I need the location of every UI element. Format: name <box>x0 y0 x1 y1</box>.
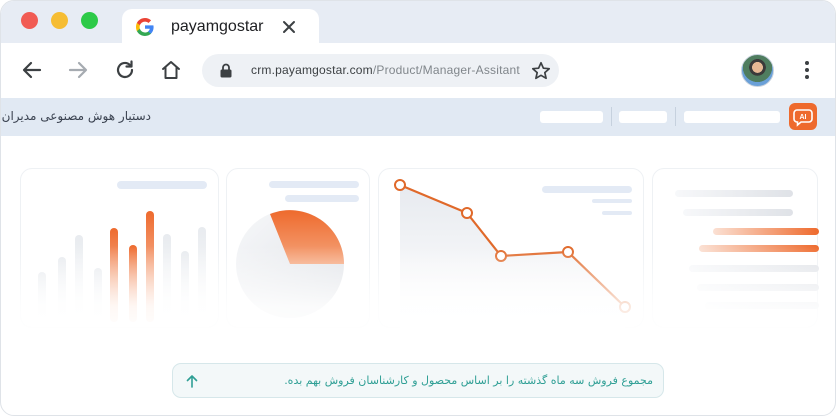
tab-bar: payamgostar <box>1 1 835 45</box>
chart-title-placeholder <box>269 181 359 188</box>
browser-window: payamgostar crm.payamgostar.com/Product/… <box>0 0 836 416</box>
hbar <box>683 209 793 216</box>
divider <box>611 107 612 126</box>
chart-title-placeholder <box>542 186 632 193</box>
legend-placeholder <box>592 199 632 203</box>
browser-toolbar: crm.payamgostar.com/Product/Manager-Assi… <box>1 43 835 98</box>
kebab-menu-icon[interactable] <box>797 59 817 81</box>
lock-icon <box>220 63 232 78</box>
line-point <box>394 179 406 191</box>
prompt-input[interactable]: مجموع فروش سه ماه گذشته را بر اساس محصول… <box>172 363 664 398</box>
google-icon <box>136 18 154 36</box>
browser-tab[interactable]: payamgostar <box>122 9 319 45</box>
hbar <box>675 190 793 197</box>
nav-placeholder[interactable] <box>684 111 780 123</box>
forward-arrow-icon[interactable] <box>67 59 89 81</box>
url-host: crm.payamgostar.com <box>251 63 373 77</box>
prompt-text: مجموع فروش سه ماه گذشته را بر اساس محصول… <box>284 374 653 387</box>
chart-title-placeholder <box>117 181 207 189</box>
url-text: crm.payamgostar.com/Product/Manager-Assi… <box>251 63 520 77</box>
profile-avatar[interactable] <box>741 54 774 87</box>
maximize-window-button[interactable] <box>81 12 98 29</box>
back-arrow-icon[interactable] <box>21 59 43 81</box>
home-icon[interactable] <box>160 59 182 81</box>
minimize-window-button[interactable] <box>51 12 68 29</box>
send-arrow-icon[interactable] <box>184 373 200 389</box>
page-title: دستیار هوش مصنوعی مدیران <box>1 109 151 123</box>
divider <box>675 107 676 126</box>
nav-placeholder[interactable] <box>540 111 603 123</box>
app-header: دستیار هوش مصنوعی مدیران AI <box>1 98 835 136</box>
close-window-button[interactable] <box>21 12 38 29</box>
nav-placeholder[interactable] <box>619 111 667 123</box>
tab-title: payamgostar <box>171 18 264 35</box>
reload-icon[interactable] <box>114 59 136 81</box>
chart-subtitle-placeholder <box>285 195 359 202</box>
url-path: /Product/Manager-Assitant <box>372 63 520 77</box>
cards-fade-overlay <box>1 246 835 356</box>
ai-badge-label: AI <box>800 114 807 121</box>
star-icon[interactable] <box>530 60 552 82</box>
legend-placeholder <box>602 211 632 215</box>
hbar <box>713 228 819 235</box>
line-point <box>461 207 473 219</box>
ai-chat-icon: AI <box>793 109 813 127</box>
close-icon[interactable] <box>282 20 296 34</box>
ai-assistant-button[interactable]: AI <box>789 103 817 130</box>
address-bar[interactable]: crm.payamgostar.com/Product/Manager-Assi… <box>202 54 559 87</box>
